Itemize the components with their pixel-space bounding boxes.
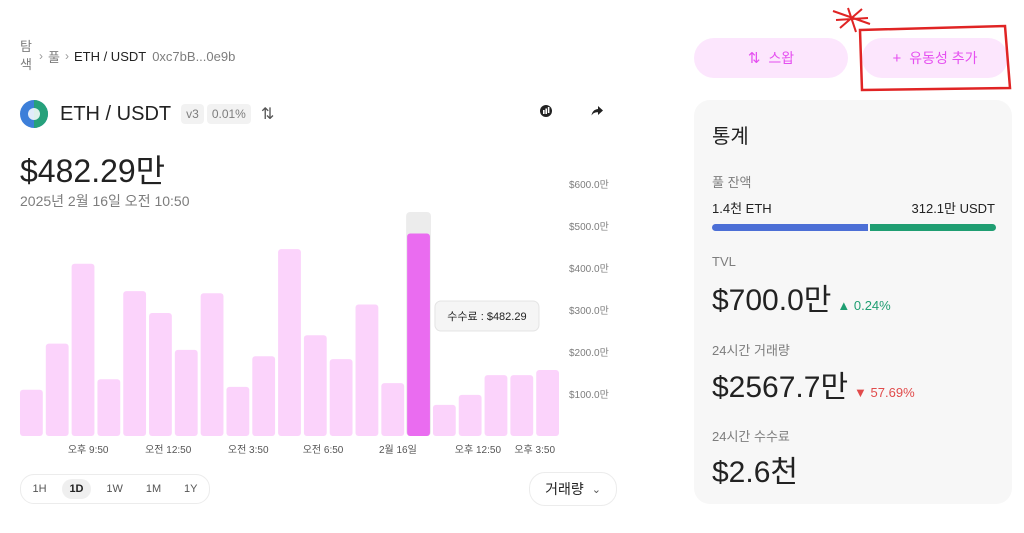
arrows-up-down-icon[interactable]: ⇅ (261, 104, 274, 124)
breadcrumb-explore-link[interactable]: 탐 색 (20, 38, 34, 74)
y-tick-label: $300.0만 (569, 305, 609, 317)
chart-bar[interactable] (278, 249, 301, 436)
triangle-up-icon: ▲ (837, 298, 851, 313)
chart-bar[interactable] (226, 386, 250, 436)
pool-stats-card: 통계 풀 잔액 1.4천 ETH 312.1만 USDT TVL $700.0만… (694, 100, 1012, 504)
plus-icon: + (892, 49, 902, 67)
chart-bar[interactable] (458, 394, 482, 436)
x-tick-label: 오후 9:50 (68, 444, 109, 456)
chart-bar[interactable] (123, 291, 147, 436)
chart-metric-select[interactable]: 거래량 ⌄ (529, 472, 617, 506)
triangle-down-icon: ▼ (854, 385, 867, 400)
tvl-value-row: $700.0만 ▲ 0.24% (712, 275, 891, 319)
chart-bar[interactable] (97, 379, 121, 436)
share-arrow-icon[interactable] (590, 104, 604, 122)
volume-value-row: $2567.7만 ▼ 57.69% (712, 362, 915, 406)
fees-label: 24시간 수수료 (712, 429, 790, 444)
version-badge: v3 (181, 104, 204, 124)
chart-bar[interactable] (381, 383, 405, 436)
chart-bar[interactable] (20, 389, 43, 436)
y-tick-label: $500.0만 (569, 221, 609, 233)
tvl-value: $700.0만 (712, 284, 832, 317)
chart-bar[interactable] (536, 370, 559, 436)
y-tick-label: $200.0만 (569, 347, 609, 359)
fees-value: $2.6천 (712, 456, 798, 489)
chart-bar[interactable] (484, 375, 508, 436)
x-tick-label: 오전 12:50 (145, 444, 192, 456)
volume-label: 24시간 거래량 (712, 343, 790, 358)
volume-value: $2567.7만 (712, 371, 849, 404)
swap-button[interactable]: ⇅ 스왑 (694, 38, 848, 78)
eth-balance: 1.4천 ETH (712, 201, 772, 216)
x-tick-label: 오후 3:50 (514, 444, 555, 456)
timeframe-1d[interactable]: 1D (62, 479, 91, 499)
token-pair-icon (20, 100, 48, 128)
timeframe-selector: 1H 1D 1W 1M 1Y (20, 474, 210, 504)
chart-bar[interactable] (329, 359, 353, 436)
tvl-change: ▲ 0.24% (837, 298, 891, 313)
chart-bar[interactable] (252, 356, 276, 436)
chevron-right-icon: › (39, 49, 43, 63)
y-tick-label: $400.0만 (569, 263, 609, 275)
swap-arrows-icon: ⇅ (747, 50, 761, 67)
pair-header: ETH / USDT v3 0.01% ⇅ (20, 100, 274, 128)
chart-bar-highlighted[interactable] (407, 233, 430, 436)
chart-bar[interactable] (510, 375, 534, 436)
breadcrumb-current: ETH / USDT (73, 48, 147, 64)
fees-bar-chart[interactable]: $100.0만 $200.0만 $300.0만 $400.0만 $500.0만 $600.… (0, 170, 620, 465)
breadcrumb: 탐 색 › 풀 › ETH / USDT 0xc7bB...0e9b (20, 38, 235, 74)
chart-bar[interactable] (303, 335, 327, 436)
pool-balance-bar (712, 224, 996, 231)
y-tick-label: $100.0만 (569, 389, 609, 401)
fee-tier-badge: 0.01% (206, 104, 251, 124)
timeframe-1m[interactable]: 1M (139, 479, 168, 499)
chart-bar[interactable] (200, 293, 224, 436)
pool-address-link[interactable]: 0xc7bB...0e9b (152, 49, 235, 64)
pool-balance-label: 풀 잔액 (712, 175, 752, 190)
add-liquidity-button[interactable]: + 유동성 추가 (862, 38, 1008, 78)
tvl-label: TVL (712, 254, 736, 269)
chart-bar[interactable] (174, 349, 198, 436)
chart-bar[interactable] (45, 343, 69, 436)
x-tick-label: 오후 12:50 (455, 444, 502, 456)
chart-bar[interactable] (149, 312, 172, 436)
x-tick-label: 오전 3:50 (228, 444, 269, 456)
stats-title: 통계 (712, 126, 749, 148)
pair-name: ETH / USDT (60, 102, 172, 125)
x-tick-label: 오전 6:50 (303, 444, 344, 456)
chart-bar[interactable] (71, 263, 95, 436)
breadcrumb-pool-link[interactable]: 풀 (48, 47, 60, 66)
etherscan-icon[interactable] (539, 104, 553, 122)
timeframe-1y[interactable]: 1Y (177, 479, 204, 499)
y-tick-label: $600.0만 (569, 179, 609, 191)
chevron-down-icon: ⌄ (591, 483, 601, 496)
chart-bar[interactable] (355, 304, 379, 436)
chevron-right-icon: › (64, 49, 69, 63)
chart-tooltip-text: 수수료 : $482.29 (447, 310, 526, 323)
usdt-balance: 312.1만 USDT (911, 201, 996, 216)
volume-change: ▼ 57.69% (854, 385, 915, 400)
timeframe-1h[interactable]: 1H (25, 479, 53, 499)
timeframe-1w[interactable]: 1W (99, 479, 130, 499)
chart-bar[interactable] (432, 404, 456, 436)
x-tick-label: 2월 16일 (379, 444, 417, 456)
